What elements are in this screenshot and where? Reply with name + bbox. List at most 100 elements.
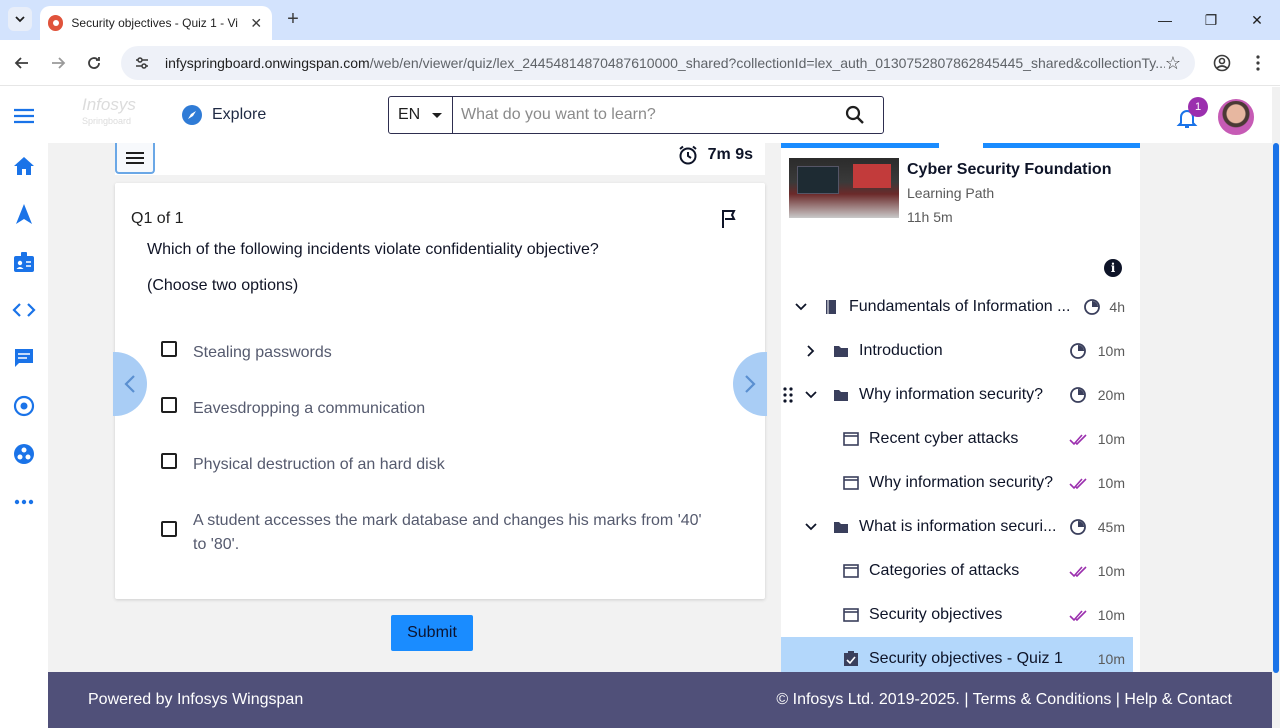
bookmark-star-icon[interactable]: ☆: [1165, 53, 1181, 74]
minimize-button[interactable]: —: [1150, 8, 1180, 32]
chevron-right-icon[interactable]: [804, 344, 818, 358]
course-content-panel: Cyber Security Foundation Learning Path …: [781, 143, 1140, 672]
hamburger-menu-icon[interactable]: [12, 104, 36, 128]
browser-tab-active[interactable]: Security objectives - Quiz 1 - Vi ✕: [40, 6, 272, 40]
language-value: EN: [398, 106, 421, 123]
option-1-checkbox[interactable]: [161, 341, 177, 357]
community-icon[interactable]: [12, 442, 36, 466]
chevron-down-icon[interactable]: [794, 300, 808, 314]
profile-button[interactable]: [1210, 51, 1234, 75]
web-page-icon: [843, 432, 859, 446]
toc-item-duration: 10m: [1097, 651, 1125, 667]
site-settings-icon[interactable]: [133, 54, 151, 72]
toc-item[interactable]: Categories of attacks 10m: [781, 549, 1133, 593]
toc-item-active[interactable]: Security objectives - Quiz 1 10m: [781, 637, 1133, 672]
restore-button[interactable]: ❐: [1196, 8, 1226, 32]
new-tab-button[interactable]: +: [282, 8, 304, 30]
progress-pie-icon: [1070, 387, 1086, 403]
quiz-menu-button[interactable]: [115, 143, 155, 174]
forward-button[interactable]: [46, 51, 70, 75]
toc-item-duration: 10m: [1097, 343, 1125, 359]
back-button[interactable]: [10, 51, 34, 75]
option-4[interactable]: A student accesses the mark database and…: [161, 509, 713, 557]
window-close-button[interactable]: ✕: [1242, 8, 1272, 32]
search-input[interactable]: [461, 98, 841, 132]
option-1[interactable]: Stealing passwords: [161, 341, 713, 365]
done-all-icon: [1069, 478, 1087, 490]
browser-tabbar: Security objectives - Quiz 1 - Vi ✕ + — …: [0, 0, 1280, 40]
toc-item-duration: 10m: [1097, 475, 1125, 491]
course-thumbnail[interactable]: [789, 158, 899, 218]
web-page-icon: [843, 564, 859, 578]
panel-tab-indicator-2[interactable]: [983, 143, 1140, 148]
infosys-springboard-logo[interactable]: Infosys Springboard: [82, 96, 136, 131]
flag-icon[interactable]: [719, 209, 739, 229]
browser-menu-button[interactable]: [1246, 51, 1270, 75]
panel-tab-indicator-1[interactable]: [781, 143, 939, 148]
toc-item[interactable]: Why information security? 20m: [781, 373, 1133, 417]
toc-item-label: Why information security?: [869, 474, 1054, 491]
browser-toolbar: infyspringboard.onwingspan.com/web/en/vi…: [0, 40, 1280, 86]
course-title[interactable]: Cyber Security Foundation: [907, 161, 1111, 179]
navigation-arrow-icon[interactable]: [12, 202, 36, 226]
toc-item[interactable]: Security objectives 10m: [781, 593, 1133, 637]
explore-button[interactable]: Explore: [182, 105, 266, 125]
app-container: Infosys Springboard Explore EN 1: [0, 87, 1280, 728]
badge-card-icon[interactable]: [12, 250, 36, 274]
folder-icon: [834, 522, 848, 533]
language-select[interactable]: EN: [389, 97, 453, 133]
option-2-checkbox[interactable]: [161, 397, 177, 413]
drag-handle-icon[interactable]: [783, 387, 793, 403]
user-avatar[interactable]: [1218, 99, 1254, 135]
option-3-checkbox[interactable]: [161, 453, 177, 469]
option-2[interactable]: Eavesdropping a communication: [161, 397, 713, 421]
logo-subtext: Springboard: [82, 116, 132, 126]
toc-item[interactable]: Why information security? 10m: [781, 461, 1133, 505]
tab-close-icon[interactable]: ✕: [249, 15, 264, 32]
target-circle-icon[interactable]: [12, 394, 36, 418]
question-card: Q1 of 1 Which of the following incidents…: [115, 183, 765, 599]
toc-item[interactable]: Fundamentals of Information ... 4h: [781, 285, 1133, 329]
toc-item[interactable]: What is information securi... 45m: [781, 505, 1133, 549]
option-4-label: A student accesses the mark database and…: [193, 512, 702, 553]
toc-item[interactable]: Introduction 10m: [781, 329, 1133, 373]
app-header: Infosys Springboard Explore EN 1: [48, 87, 1272, 143]
toc-item-duration: 45m: [1097, 519, 1125, 535]
toc-item[interactable]: Recent cyber attacks 10m: [781, 417, 1133, 461]
done-all-icon: [1069, 610, 1087, 622]
quiz-timer: 7m 9s: [678, 145, 753, 165]
code-icon[interactable]: [12, 298, 36, 322]
info-icon[interactable]: i: [1104, 259, 1122, 277]
address-bar[interactable]: infyspringboard.onwingspan.com/web/en/vi…: [121, 46, 1195, 80]
scrollbar-thumb[interactable]: [1273, 143, 1279, 673]
tab-title: Security objectives - Quiz 1 - Vi: [71, 16, 238, 30]
toc-item-label: Security objectives - Quiz 1: [869, 650, 1063, 667]
question-counter: Q1 of 1: [131, 210, 184, 227]
reload-button[interactable]: [82, 51, 106, 75]
search-bar: EN: [388, 96, 884, 134]
option-4-checkbox[interactable]: [161, 521, 177, 537]
search-icon[interactable]: [845, 105, 865, 125]
done-all-icon: [1069, 566, 1087, 578]
toc-item-label: Fundamentals of Information ...: [849, 298, 1071, 315]
option-3[interactable]: Physical destruction of an hard disk: [161, 453, 713, 477]
chevron-down-icon[interactable]: [804, 388, 818, 402]
reload-icon: [88, 57, 100, 69]
more-horizontal-icon[interactable]: [12, 490, 36, 514]
chevron-down-icon: [15, 16, 25, 23]
site-favicon-icon: [48, 15, 64, 31]
url-path: /web/en/viewer/quiz/lex_2445481487048761…: [369, 55, 1165, 71]
chevron-down-icon[interactable]: [804, 520, 818, 534]
toc-item-label: Introduction: [859, 342, 943, 359]
arrow-right-icon: [52, 57, 66, 69]
footer-links[interactable]: © Infosys Ltd. 2019-2025. | Terms & Cond…: [776, 691, 1232, 709]
question-instruction: (Choose two options): [147, 277, 299, 294]
course-type: Learning Path: [907, 185, 995, 201]
chat-message-icon[interactable]: [12, 346, 36, 370]
submit-button[interactable]: Submit: [391, 615, 473, 651]
tab-search-button[interactable]: [8, 7, 32, 31]
toc-item-label: What is information securi...: [859, 518, 1057, 535]
notifications-button[interactable]: 1: [1176, 97, 1208, 129]
page-scrollbar[interactable]: [1272, 87, 1280, 728]
home-icon[interactable]: [12, 154, 36, 178]
